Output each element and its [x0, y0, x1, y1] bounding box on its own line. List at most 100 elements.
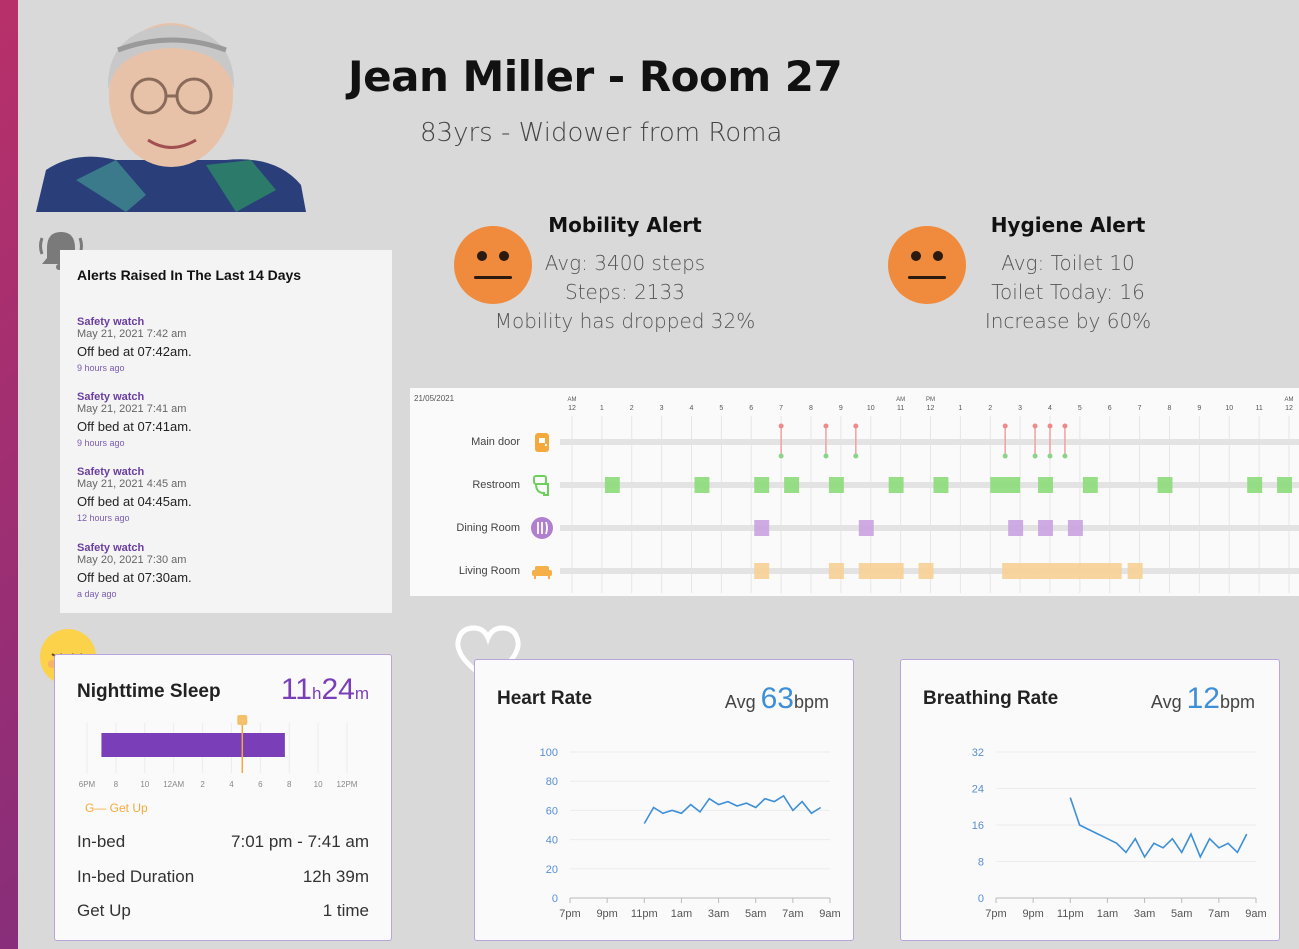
timeline-hour-label: 4 [690, 405, 694, 412]
sleep-axis-label: 6 [258, 780, 263, 789]
alert-type: Safety watch [77, 391, 145, 403]
living-room-event [1032, 563, 1122, 579]
door-icon [535, 433, 549, 452]
alert-item[interactable]: Safety watch May 21, 2021 7:42 am Off be… [77, 316, 377, 374]
alert-item[interactable]: Safety watch May 21, 2021 7:41 am Off be… [77, 391, 377, 449]
timeline-ampm-label: AM [568, 397, 577, 403]
alert-message: Off bed at 04:45am. [77, 494, 192, 509]
toilet-icon [533, 475, 549, 496]
door-event-close [1047, 453, 1053, 459]
heart-rate-unit: bpm [793, 692, 829, 712]
timeline-hour-label: 12 [1285, 405, 1293, 412]
alert-ago: 9 hours ago [77, 363, 125, 373]
alert-ago: 12 hours ago [77, 513, 130, 523]
resident-photo [36, 10, 306, 212]
sleep-axis-label: 10 [314, 780, 323, 789]
page-subtitle: 83yrs - Widower from Roma [420, 118, 783, 148]
sleep-row-value: 12h 39m [302, 867, 369, 886]
sleep-row-key: In-bed [77, 832, 126, 851]
restroom-event [1082, 477, 1098, 493]
timeline-hour-label: 4 [1048, 405, 1052, 412]
door-event-open [1062, 423, 1068, 429]
y-tick-label: 40 [546, 835, 558, 847]
door-event-close [1032, 453, 1038, 459]
alert-type: Safety watch [77, 542, 145, 554]
door-event-close [853, 453, 859, 459]
sleep-axis-label: 4 [229, 780, 234, 789]
series-line [643, 794, 822, 824]
breathing-rate-unit: bpm [1219, 692, 1255, 712]
alert-message: Off bed at 07:42am. [77, 344, 192, 359]
restroom-event [1277, 477, 1292, 493]
sleep-card: Nighttime Sleep 11h24m 6PM 8 10 12AM 2 4 6 8 10 1… [54, 654, 392, 941]
x-tick-label: 3am [1134, 908, 1155, 920]
sleep-bar [101, 733, 285, 757]
x-tick-label: 7am [782, 908, 803, 920]
x-tick-label: 7am [1208, 908, 1229, 920]
getup-legend: G— Get Up [85, 801, 148, 815]
timeline-hour-label: 9 [839, 405, 843, 412]
x-tick-label: 9am [819, 908, 840, 920]
heart-rate-title: Heart Rate [497, 688, 593, 709]
door-event-open [778, 423, 784, 429]
sleep-card-title: Nighttime Sleep [77, 681, 221, 702]
sleep-axis-label: 10 [140, 780, 149, 789]
timeline-hour-label: 9 [1197, 405, 1201, 412]
alert-date: May 21, 2021 7:42 am [77, 328, 187, 340]
timeline-ampm-label: AM [896, 397, 905, 403]
timeline-hour-label: 7 [779, 405, 783, 412]
living-room-event [858, 563, 904, 579]
sleep-minutes: 24 [321, 673, 355, 706]
dining-event [754, 520, 770, 536]
series-line [1069, 797, 1248, 859]
sleep-axis-label: 12AM [163, 780, 184, 789]
timeline-hour-label: 5 [1078, 405, 1082, 412]
alert-message: Off bed at 07:41am. [77, 419, 192, 434]
door-event-open [853, 423, 859, 429]
breathing-rate-avg-label: Avg [1150, 692, 1182, 712]
timeline-hour-label: 5 [719, 405, 723, 412]
restroom-event [694, 477, 710, 493]
hygiene-alert-line: Toilet Today: 16 [991, 280, 1145, 304]
timeline-hour-label: 8 [1168, 405, 1172, 412]
restroom-event [1157, 477, 1173, 493]
y-tick-label: 0 [978, 893, 984, 905]
y-tick-label: 24 [972, 784, 984, 796]
alert-type: Safety watch [77, 466, 145, 478]
alert-date: May 21, 2021 7:41 am [77, 403, 187, 415]
timeline-row-label: Dining Room [456, 522, 520, 534]
timeline-hour-label: 11 [1255, 405, 1262, 412]
living-room-event [918, 563, 934, 579]
x-tick-label: 5am [1171, 908, 1192, 920]
breathing-rate-title: Breathing Rate [923, 688, 1059, 709]
x-tick-label: 5am [745, 908, 766, 920]
restroom-event [933, 477, 949, 493]
mobility-alert-title: Mobility Alert [548, 213, 702, 237]
door-event-open [1032, 423, 1038, 429]
x-tick-label: 9pm [596, 908, 617, 920]
timeline-hour-label: 10 [867, 405, 875, 412]
y-tick-label: 100 [540, 747, 558, 759]
alert-item[interactable]: Safety watch May 20, 2021 7:30 am Off be… [77, 542, 377, 600]
timeline-hour-label: 6 [749, 405, 753, 412]
door-event-close [1002, 453, 1008, 459]
timeline-hour-label: 2 [988, 405, 992, 412]
sleep-axis-label: 8 [114, 780, 119, 789]
alert-date: May 20, 2021 7:30 am [77, 554, 187, 566]
dashboard-panel: Jean Miller - Room 27 83yrs - Widower fr… [18, 0, 1299, 949]
timeline-row-label: Main door [471, 436, 520, 448]
door-event-close [823, 453, 829, 459]
sleep-axis-label: 12PM [337, 780, 358, 789]
x-tick-label: 3am [708, 908, 729, 920]
x-tick-label: 1am [1097, 908, 1118, 920]
heart-rate-avg-label: Avg [724, 692, 756, 712]
dining-event [1067, 520, 1083, 536]
living-room-event [1002, 563, 1033, 579]
alerts-panel: Alerts Raised In The Last 14 Days Safety… [60, 250, 392, 613]
x-tick-label: 7pm [559, 908, 580, 920]
door-event-open [1047, 423, 1053, 429]
x-tick-label: 9am [1245, 908, 1266, 920]
alert-item[interactable]: Safety watch May 21, 2021 4:45 am Off be… [77, 466, 377, 524]
timeline-hour-label: 12 [927, 405, 935, 412]
timeline-hour-label: 12 [568, 405, 576, 412]
